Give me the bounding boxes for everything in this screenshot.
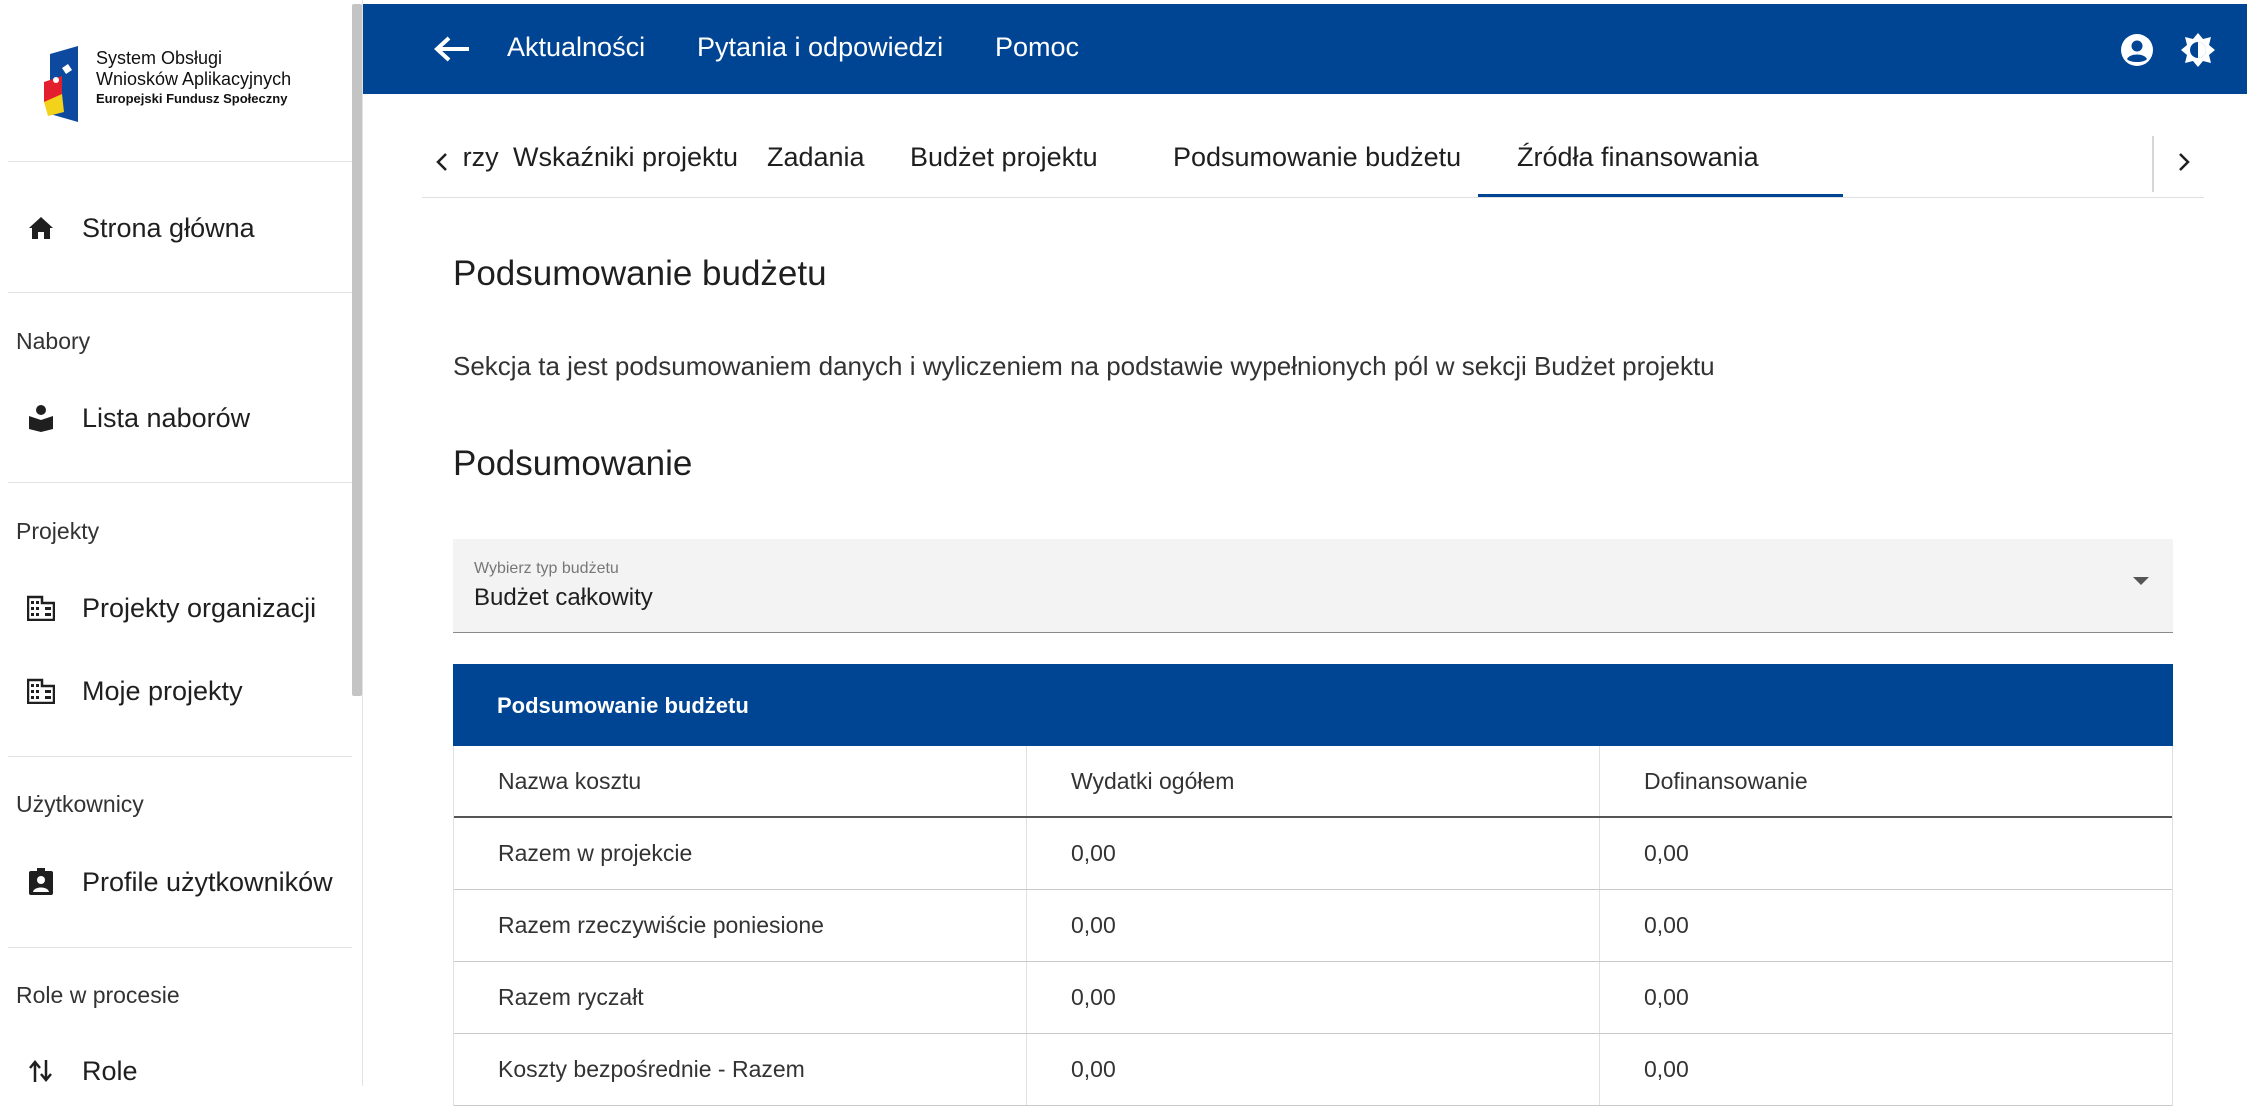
efs-logo-icon [44, 46, 78, 122]
cost-name-cell: Razem rzeczywiście poniesione [454, 890, 1027, 961]
sidebar-item-label: Profile użytkowników [82, 866, 333, 897]
sidebar-item-projekty-organizacji[interactable]: Projekty organizacji [8, 567, 352, 649]
sidebar-item-home[interactable]: Strona główna [8, 187, 352, 269]
sidebar-item-moje-projekty[interactable]: Moje projekty [8, 650, 352, 732]
tabs-viewport: Partnerzy i realizatorzy Wskaźniki proje… [462, 128, 2157, 198]
tabs-scroll-left-button[interactable] [422, 140, 462, 184]
contact-badge-icon [26, 867, 56, 897]
tab-partnerzy[interactable]: Partnerzy i realizatorzy [462, 142, 499, 173]
divider [8, 292, 352, 293]
total-expenses-cell: 0,00 [1027, 890, 1600, 961]
column-header: Dofinansowanie [1644, 767, 1808, 794]
logo-subtitle: Europejski Fundusz Społeczny [96, 91, 288, 106]
column-header: Wydatki ogółem [1027, 746, 1600, 816]
brightness-icon[interactable] [2180, 32, 2216, 68]
table-head-row: Nazwa kosztu Wydatki ogółem Dofinansowan… [454, 746, 2172, 818]
tab-zrodla-finansowania[interactable]: Źródła finansowania [1517, 142, 1759, 173]
total-expenses-cell: 0,00 [1027, 818, 1600, 889]
nav-section-nabory: Nabory [16, 328, 91, 354]
top-link-aktualnosci[interactable]: Aktualności [507, 32, 645, 63]
active-tab-indicator [1478, 194, 1843, 197]
top-link-pytania[interactable]: Pytania i odpowiedzi [697, 32, 943, 63]
nav-section-uzytkownicy: Użytkownicy [16, 791, 144, 817]
table-row: Razem rzeczywiście poniesione 0,00 0,00 [454, 890, 2172, 962]
sidebar-item-label: Lista naborów [82, 402, 251, 433]
nav-section-role-w-procesie: Role w procesie [16, 982, 180, 1008]
sidebar-item-label: Moje projekty [82, 675, 243, 706]
section-title: Podsumowanie [453, 444, 693, 483]
sidebar-item-role[interactable]: Role [8, 1030, 352, 1112]
sidebar-item-label: Projekty organizacji [82, 592, 317, 623]
tab-zadania[interactable]: Zadania [767, 142, 865, 173]
co-financing-cell: 0,00 [1644, 984, 1689, 1010]
top-link-pomoc[interactable]: Pomoc [995, 32, 1079, 63]
column-header: Nazwa kosztu [454, 746, 1027, 816]
tabs-edge [2152, 136, 2154, 192]
sidebar-item-label: Strona główna [82, 212, 255, 243]
co-financing-cell: 0,00 [1644, 1056, 1689, 1082]
page-description: Sekcja ta jest podsumowaniem danych i wy… [453, 351, 1715, 381]
page-title: Podsumowanie budżetu [453, 254, 827, 293]
table-row: Koszty bezpośrednie - Razem 0,00 0,00 [454, 1034, 2172, 1106]
budget-summary-table: Nazwa kosztu Wydatki ogółem Dofinansowan… [453, 746, 2173, 1106]
building-icon [26, 676, 56, 706]
total-expenses-cell: 0,00 [1027, 962, 1600, 1033]
tab-wskazniki[interactable]: Wskaźniki projektu [513, 142, 738, 173]
account-circle-icon[interactable] [2119, 32, 2155, 68]
logo-title-line1: System Obsługi [96, 48, 223, 68]
divider [8, 756, 352, 757]
sidebar-item-label: Role [82, 1055, 138, 1086]
sidebar-scrollbar[interactable] [352, 4, 362, 696]
table-row: Razem w projekcie 0,00 0,00 [454, 818, 2172, 890]
total-expenses-cell: 0,00 [1027, 1034, 1600, 1105]
sidebar-item-profile-uzytkownikow[interactable]: Profile użytkowników [8, 841, 352, 923]
sidebar: System Obsługi Wniosków Aplikacyjnych Eu… [0, 0, 363, 1086]
divider [8, 482, 352, 483]
nav-section-projekty: Projekty [16, 518, 100, 544]
back-arrow-icon[interactable] [433, 32, 473, 66]
chevron-left-icon [436, 153, 447, 171]
table-title: Podsumowanie budżetu [497, 693, 749, 718]
tabs-scroll-right-button[interactable] [2164, 140, 2204, 184]
cost-name-cell: Razem ryczałt [454, 962, 1027, 1033]
co-financing-cell: 0,00 [1644, 912, 1689, 938]
divider [8, 947, 352, 948]
co-financing-cell: 0,00 [1644, 840, 1689, 866]
sidebar-item-lista-naborow[interactable]: Lista naborów [8, 377, 352, 459]
select-label: Wybierz typ budżetu [474, 560, 619, 577]
building-icon [26, 593, 56, 623]
caret-down-icon [2133, 577, 2149, 585]
section-tabs: Partnerzy i realizatorzy Wskaźniki proje… [422, 128, 2204, 198]
swap-vert-icon [26, 1056, 56, 1086]
table-row: Razem ryczałt 0,00 0,00 [454, 962, 2172, 1034]
tab-podsumowanie-budzetu[interactable]: Podsumowanie budżetu [1173, 142, 1461, 173]
home-icon [26, 213, 56, 243]
book-reader-icon [26, 403, 56, 433]
tab-budzet-projektu[interactable]: Budżet projektu [910, 142, 1098, 173]
budget-type-select[interactable]: Wybierz typ budżetu Budżet całkowity [453, 539, 2173, 633]
cost-name-cell: Koszty bezpośrednie - Razem [454, 1034, 1027, 1105]
select-value: Budżet całkowity [474, 584, 653, 611]
logo[interactable]: System Obsługi Wniosków Aplikacyjnych Eu… [8, 4, 352, 162]
top-navigation-bar: Aktualności Pytania i odpowiedzi Pomoc [363, 4, 2247, 94]
cost-name-cell: Razem w projekcie [454, 818, 1027, 889]
table-header-bar: Podsumowanie budżetu [453, 664, 2173, 746]
logo-title-line2: Wniosków Aplikacyjnych [96, 69, 292, 89]
chevron-right-icon [2179, 153, 2190, 171]
